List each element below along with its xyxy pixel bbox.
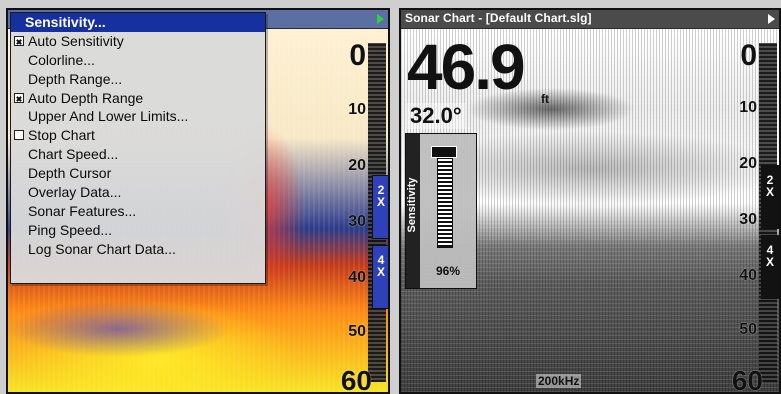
sonar-menu: Sensitivity... Auto Sensitivity Colorlin… [10, 12, 266, 284]
left-depth-0: 0 [349, 39, 366, 72]
sensitivity-side-panel: Sensitivity [406, 134, 420, 288]
menu-item-chart-speed[interactable]: Chart Speed... [11, 145, 265, 164]
menu-item-ping-speed[interactable]: Ping Speed... [11, 221, 265, 240]
menu-item-auto-sensitivity[interactable]: Auto Sensitivity [11, 32, 265, 51]
right-depth-50: 50 [739, 321, 757, 338]
checkbox-unchecked-icon[interactable] [14, 130, 24, 141]
menu-item-sonar-features[interactable]: Sonar Features... [11, 202, 265, 221]
left-depth-10: 10 [348, 101, 366, 118]
water-temperature: 32.0° [407, 103, 465, 129]
left-depth-40: 40 [348, 269, 366, 286]
sensitivity-slider-handle[interactable] [431, 145, 457, 158]
sensitivity-slider-track[interactable] [437, 148, 453, 248]
left-depth-30: 30 [348, 213, 366, 230]
menu-item-label: Auto Sensitivity [28, 32, 124, 49]
menu-item-colorline[interactable]: Colorline... [11, 51, 265, 70]
menu-item-sensitivity[interactable]: Sensitivity... [11, 13, 265, 32]
menu-item-depth-cursor[interactable]: Depth Cursor [11, 164, 265, 183]
menu-item-stop-chart[interactable]: Stop Chart [11, 126, 265, 145]
menu-item-auto-depth-range[interactable]: Auto Depth Range [11, 89, 265, 108]
right-zoom-4x[interactable]: 4 X [761, 235, 779, 299]
menu-item-label: Depth Range... [28, 70, 123, 87]
sonar-frequency: 200kHz [536, 374, 582, 388]
screen-comparison: 0 10 20 30 40 50 60 2 X 4 X Sensitivity.… [0, 0, 781, 394]
right-titlebar: Sonar Chart - [Default Chart.slg] [401, 10, 779, 29]
menu-item-overlay-data[interactable]: Overlay Data... [11, 183, 265, 202]
depth-unit: ft [541, 92, 549, 106]
left-zoom-2x[interactable]: 2 X [372, 175, 388, 239]
right-depth-30: 30 [739, 211, 757, 228]
menu-item-label: Depth Cursor [28, 165, 112, 182]
sensitivity-slider-fill [438, 152, 452, 247]
left-zoom-4x[interactable]: 4 X [372, 245, 388, 309]
window-title: Sonar Chart - [Default Chart.slg] [405, 11, 592, 25]
menu-item-label: Chart Speed... [28, 146, 119, 163]
right-sonar-screen: Sonar Chart - [Default Chart.slg] 46.9 f… [399, 8, 781, 394]
menu-item-label: Overlay Data... [28, 184, 122, 201]
left-zoom-2x-label: 2 X [376, 183, 385, 209]
right-depth-0: 0 [740, 39, 757, 72]
menu-item-depth-range[interactable]: Depth Range... [11, 70, 265, 89]
menu-item-label: Upper And Lower Limits... [28, 108, 189, 125]
sensitivity-slider-window: Sensitivity 96% [405, 133, 477, 289]
right-zoom-2x[interactable]: 2 X [761, 165, 779, 229]
right-depth-40: 40 [739, 267, 757, 284]
right-depth-20: 20 [739, 155, 757, 172]
menu-item-label: Ping Speed... [28, 221, 113, 238]
left-sonar-screen: 0 10 20 30 40 50 60 2 X 4 X Sensitivity.… [6, 8, 390, 394]
next-arrow-icon[interactable] [377, 14, 384, 24]
sensitivity-label: Sensitivity [406, 177, 418, 233]
menu-item-label: Log Sonar Chart Data... [28, 240, 176, 257]
right-depth-10: 10 [739, 99, 757, 116]
left-zoom-4x-label: 4 X [376, 253, 385, 279]
checkbox-checked-icon[interactable] [14, 92, 24, 103]
sensitivity-percent: 96% [435, 264, 461, 278]
menu-item-label: Colorline... [28, 51, 95, 68]
menu-item-label: Stop Chart [28, 127, 95, 144]
next-arrow-icon[interactable] [768, 14, 775, 24]
digital-depth-readout: 46.9 [407, 31, 526, 103]
left-depth-60: 60 [340, 365, 372, 394]
right-zoom-2x-label: 2 X [765, 173, 774, 199]
checkbox-checked-icon[interactable] [14, 35, 24, 46]
right-zoom-4x-label: 4 X [765, 243, 774, 269]
menu-item-label: Auto Depth Range [28, 89, 144, 106]
menu-item-label: Sensitivity... [25, 14, 106, 30]
menu-item-label: Sonar Features... [28, 202, 137, 219]
menu-item-upper-lower-limits[interactable]: Upper And Lower Limits... [11, 107, 265, 126]
left-depth-20: 20 [348, 157, 366, 174]
menu-item-log-sonar-chart-data[interactable]: Log Sonar Chart Data... [11, 240, 265, 259]
right-depth-60: 60 [731, 365, 763, 394]
left-depth-50: 50 [348, 323, 366, 340]
